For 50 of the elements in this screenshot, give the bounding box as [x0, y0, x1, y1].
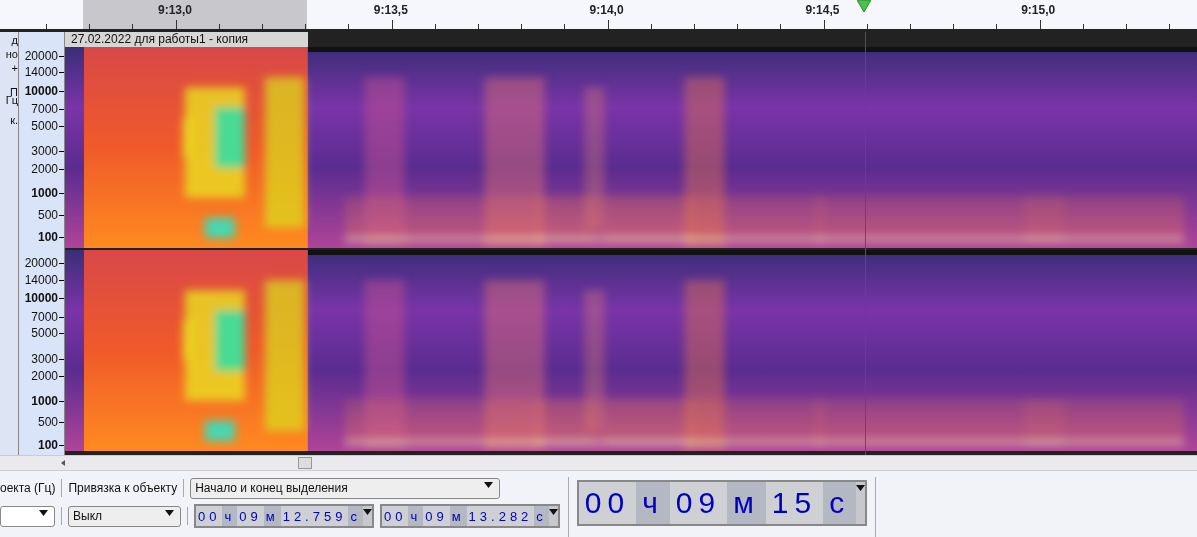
time-label: 9:13,5 — [373, 3, 408, 17]
snap-label: Привязка к объекту — [68, 481, 178, 495]
rate-dropdown[interactable] — [0, 505, 55, 527]
frequency-label: 100 — [37, 437, 58, 452]
frequency-label: 1000 — [31, 393, 58, 408]
frequency-label: 7000 — [31, 309, 58, 324]
frequency-label: 500 — [37, 415, 58, 430]
scroll-thumb[interactable] — [298, 457, 312, 469]
caret-icon — [484, 481, 494, 488]
time-label: 9:14,0 — [589, 3, 624, 17]
time-field[interactable]: 00 ч 09 м 12.759 с — [194, 504, 374, 528]
frequency-label: 500 — [37, 207, 58, 222]
panel-label: к. — [10, 114, 18, 128]
frequency-label: 10000 — [24, 83, 58, 98]
frequency-label: 5000 — [31, 326, 58, 341]
frequency-label: 2000 — [31, 161, 58, 176]
snap-dropdown[interactable]: Выкл — [68, 505, 181, 527]
panel-label: + — [11, 62, 18, 76]
selection-mode-dropdown[interactable]: Начало и конец выделения — [190, 477, 501, 499]
time-label: 9:15,0 — [1021, 3, 1056, 17]
caret-icon — [856, 485, 866, 491]
timeline-ruler[interactable]: 9:13,0 9:13,5 9:14,0 9:14,5 9:15,0 — [0, 0, 1197, 32]
frequency-label: 2000 — [31, 369, 58, 384]
panel-label: Гц — [5, 94, 18, 108]
frequency-label: 10000 — [24, 291, 58, 306]
frequency-label: 20000 — [24, 256, 58, 271]
frequency-label: 14000 — [24, 65, 58, 80]
frequency-label: 7000 — [31, 102, 58, 117]
frequency-label: 3000 — [31, 144, 58, 159]
frequency-label: 3000 — [31, 351, 58, 366]
time-label: 9:14,5 — [805, 3, 840, 17]
caret-icon — [362, 509, 372, 515]
panel-label: д — [11, 34, 18, 48]
scroll-left-icon[interactable] — [61, 460, 65, 466]
frequency-label: 100 — [37, 230, 58, 245]
frequency-label: 1000 — [31, 186, 58, 201]
caret-icon — [165, 509, 174, 516]
track-title[interactable]: 27.02.2022 для работы1 - копия — [65, 32, 308, 47]
playhead-marker-icon[interactable] — [857, 0, 871, 12]
time-field[interactable]: 00 ч 09 м 15 с — [576, 480, 868, 526]
frequency-label: 20000 — [24, 48, 58, 63]
panel-label: но — [5, 48, 18, 62]
frequency-label: 5000 — [31, 119, 58, 133]
caret-icon — [548, 509, 558, 515]
time-field[interactable]: 00 ч 09 м 13.282 с — [379, 504, 560, 528]
rate-label: оекта (Гц) — [0, 481, 56, 495]
horizontal-scrollbar[interactable] — [0, 455, 1197, 470]
frequency-label: 14000 — [24, 272, 58, 287]
caret-icon — [39, 509, 48, 516]
time-label: 9:13,0 — [158, 3, 192, 17]
